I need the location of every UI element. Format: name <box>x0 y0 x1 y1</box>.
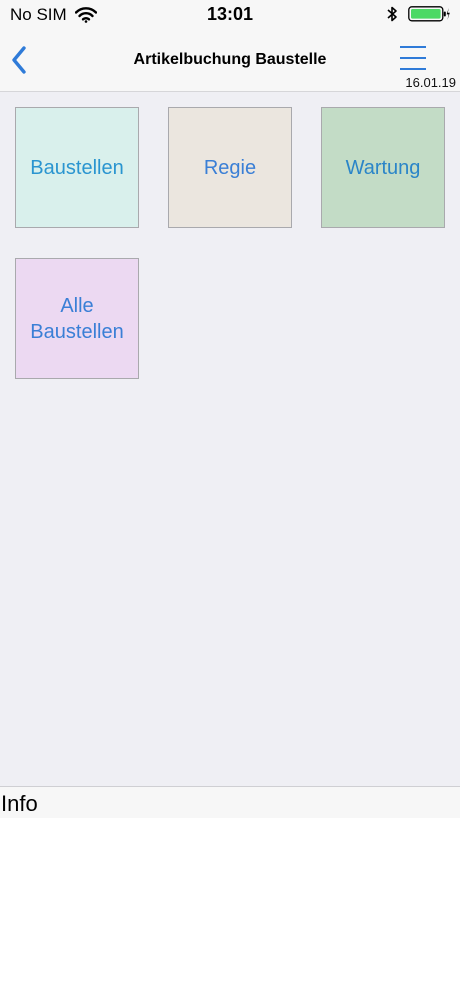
tile-wartung[interactable]: Wartung <box>321 107 445 228</box>
status-bar: No SIM 13:01 <box>0 0 460 30</box>
battery-charging-icon <box>408 6 450 22</box>
info-label: Info <box>1 791 38 816</box>
back-button[interactable] <box>4 42 34 78</box>
info-header: Info <box>0 786 460 818</box>
tile-label: Alle Baustellen <box>30 294 124 343</box>
tile-alle-baustellen[interactable]: Alle Baustellen <box>15 258 139 379</box>
tile-label: Regie <box>203 156 257 179</box>
page-title: Artikelbuchung Baustelle <box>133 51 327 68</box>
hamburger-menu-icon-line <box>400 57 426 59</box>
tile-label: Baustellen <box>30 156 124 179</box>
bluetooth-icon <box>387 6 397 22</box>
chevron-left-icon <box>12 46 26 74</box>
navigation-bar: Artikelbuchung Baustelle 16.01.19 <box>0 30 460 92</box>
menu-button[interactable] <box>400 44 426 72</box>
tile-label: Wartung <box>345 156 421 179</box>
tile-regie[interactable]: Regie <box>168 107 292 228</box>
tile-grid: Baustellen Regie Wartung Alle Baustellen <box>0 92 460 786</box>
date-label: 16.01.19 <box>405 75 456 90</box>
tile-baustellen[interactable]: Baustellen <box>15 107 139 228</box>
info-area <box>0 818 460 996</box>
hamburger-menu-icon <box>400 46 426 48</box>
status-right <box>386 5 450 23</box>
hamburger-menu-icon-line <box>400 68 426 70</box>
